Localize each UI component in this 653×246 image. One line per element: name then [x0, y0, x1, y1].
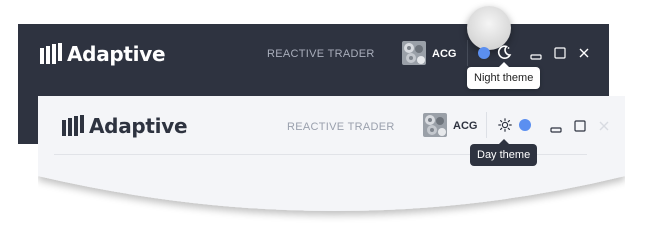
tooltip-text: Day theme [477, 149, 531, 161]
theme-dot-icon[interactable] [478, 47, 490, 59]
maximize-icon[interactable] [554, 47, 566, 59]
sun-icon[interactable] [498, 118, 512, 132]
close-icon[interactable] [598, 120, 610, 132]
separator [486, 112, 487, 138]
logo-text: Adaptive [89, 114, 188, 138]
night-theme-tooltip: Night theme [467, 62, 541, 89]
theme-comparison: Adaptive REACTIVE TRADER ACG Night theme… [0, 0, 653, 246]
theme-dot-icon[interactable] [519, 119, 531, 131]
app-title: REACTIVE TRADER [287, 121, 395, 133]
app-title: REACTIVE TRADER [267, 48, 375, 60]
separator [467, 40, 468, 66]
adaptive-logo-icon [62, 115, 84, 136]
logo-text: Adaptive [67, 42, 166, 66]
moon-icon[interactable] [496, 44, 512, 60]
maximize-icon[interactable] [574, 120, 586, 132]
minimize-icon[interactable] [550, 121, 562, 133]
avatar[interactable] [402, 41, 426, 65]
tooltip-text: Night theme [474, 72, 534, 84]
day-header: Adaptive REACTIVE TRADER ACG [38, 96, 625, 236]
logo: Adaptive [62, 114, 188, 138]
day-theme-tooltip: Day theme [470, 139, 538, 166]
minimize-icon[interactable] [530, 48, 542, 60]
logo: Adaptive [40, 42, 166, 66]
close-icon[interactable] [578, 47, 590, 59]
user-name: ACG [432, 48, 457, 60]
adaptive-logo-icon [40, 43, 62, 64]
avatar[interactable] [423, 113, 447, 137]
user-name: ACG [453, 120, 478, 132]
